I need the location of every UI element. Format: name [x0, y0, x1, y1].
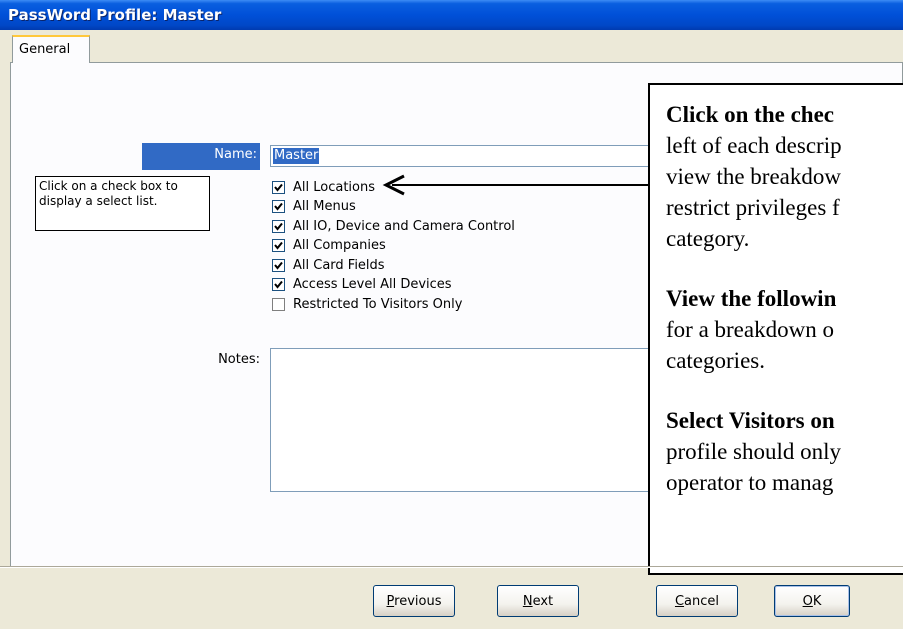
checkbox-row[interactable]: All Locations [272, 178, 375, 196]
cancel-label: ancel [684, 593, 720, 609]
checkbox-row[interactable]: All Menus [272, 198, 356, 216]
notes-label: Notes: [218, 352, 260, 367]
next-button[interactable]: Next [497, 585, 579, 617]
hint-box: Click on a check box to display a select… [35, 176, 210, 231]
next-mnemonic: N [522, 593, 533, 609]
instruction-p3-line2: profile should only [666, 439, 842, 464]
checkbox-checked[interactable] [272, 239, 285, 252]
checkbox-checked[interactable] [272, 180, 285, 194]
checkbox-checked[interactable] [272, 258, 285, 272]
instruction-p3-bold: Select Visitors on [666, 408, 835, 433]
name-label: Name: [142, 143, 260, 170]
checkmark-icon [274, 202, 283, 211]
tab-general[interactable]: General [12, 35, 90, 63]
previous-label: revious [394, 593, 442, 609]
instruction-p1-line5: category. [666, 226, 750, 251]
previous-mnemonic: P [386, 593, 395, 609]
checkmark-icon [274, 261, 283, 270]
cancel-button[interactable]: Cancel [656, 585, 738, 617]
checkmark-icon [274, 222, 283, 231]
notes-textarea[interactable] [270, 348, 690, 492]
checkbox-row[interactable]: All Card Fields [272, 256, 385, 274]
checkbox-row[interactable]: Access Level All Devices [272, 276, 452, 294]
next-label: ext [532, 593, 554, 609]
checkbox-checked[interactable] [272, 278, 285, 291]
instruction-p2-line3: categories. [666, 348, 765, 373]
checkbox-row[interactable]: All IO, Device and Camera Control [272, 217, 515, 235]
footer-divider [0, 566, 903, 568]
checkbox-label: All Companies [293, 238, 386, 253]
checkmark-icon [274, 183, 283, 192]
instruction-p1-line3: view the breakdow [666, 164, 841, 189]
checkbox-checked[interactable] [272, 219, 285, 233]
ok-button[interactable]: OK [774, 585, 850, 617]
instruction-p1-line2: left of each descrip [666, 133, 842, 158]
checkbox-row[interactable]: All Companies [272, 237, 386, 255]
instruction-p1-bold: Click on the chec [666, 102, 835, 127]
checkbox-label: All IO, Device and Camera Control [293, 218, 515, 234]
checkbox-label: Access Level All Devices [293, 277, 452, 292]
checkbox-checked[interactable] [272, 200, 285, 213]
previous-button[interactable]: Previous [373, 585, 455, 617]
name-input[interactable] [270, 145, 660, 167]
pointer-arrow [382, 174, 652, 196]
checkbox-unchecked[interactable] [272, 297, 285, 311]
checkmark-icon [274, 241, 283, 250]
instruction-p2-line2: for a breakdown o [666, 317, 834, 342]
checkbox-label: All Card Fields [293, 257, 385, 273]
checkbox-label: All Locations [293, 179, 376, 195]
checkmark-icon [274, 280, 283, 289]
checkbox-label: All Menus [293, 199, 356, 214]
checkbox-row[interactable]: Restricted To Visitors Only [272, 295, 462, 313]
instruction-p1-line4: restrict privileges f [666, 195, 840, 220]
checkbox-label: Restricted To Visitors Only [293, 296, 463, 312]
cancel-mnemonic: C [674, 593, 685, 609]
ok-mnemonic: O [802, 593, 813, 609]
instruction-p2-bold: View the followin [666, 286, 837, 311]
window-title: PassWord Profile: Master [0, 0, 903, 30]
instruction-callout: Click on the chec left of each descrip v… [648, 83, 903, 575]
instruction-p3-line3: operator to manag [666, 470, 834, 495]
ok-label: K [812, 593, 822, 609]
